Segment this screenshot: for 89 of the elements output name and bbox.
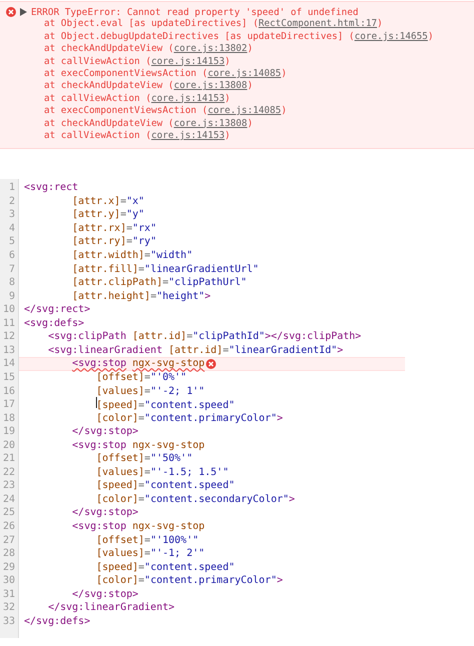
line-number: 25	[2, 506, 16, 520]
line-number: 29	[2, 560, 16, 574]
line-number: 1	[8, 181, 16, 195]
source-link[interactable]: core.js:13808	[174, 80, 248, 92]
code-line: [offset]="'50%'"	[95, 452, 194, 466]
code-line: [color]="content.primaryColor">	[95, 574, 284, 588]
line-number: 19	[2, 425, 16, 439]
stack-frame: at callViewAction (core.js:14153)	[0, 56, 474, 68]
line-number: 8	[8, 276, 16, 290]
stack-frame: at execComponentViewsAction (core.js:14085)	[0, 105, 474, 118]
code-line: [attr.clipPath]="clipPathUrl"	[71, 276, 248, 290]
code-line: <svg:clipPath [attr.id]="clipPathId"></svg:clipPath>	[47, 330, 362, 344]
code-line: [attr.width]="width"	[71, 249, 194, 263]
code-line: </svg:linearGradient>	[47, 601, 176, 615]
code-line: [attr.y]="y"	[71, 208, 146, 222]
line-number: 13	[2, 344, 16, 358]
line-number: 3	[8, 208, 16, 222]
code-line: [speed]="content.speed"	[95, 479, 236, 493]
line-number: 9	[8, 290, 16, 304]
expand-arrow-icon[interactable]	[20, 8, 27, 16]
line-number: 28	[2, 547, 16, 561]
line-number: 5	[8, 235, 16, 250]
code-line: <svg:rect	[23, 181, 80, 195]
code-line: <svg:linearGradient [attr.id]="linearGradientId">	[47, 344, 344, 358]
code-line: [values]="'-2; 1'"	[95, 384, 206, 398]
source-link[interactable]: core.js:14153	[151, 92, 225, 104]
line-number: 27	[2, 534, 16, 548]
code-line: [attr.rx]="rx"	[71, 222, 158, 236]
stack-frame: at checkAndUpdateView (core.js:13808)	[0, 80, 474, 93]
code-line: </svg:defs>	[23, 614, 92, 628]
line-number: 18	[2, 412, 16, 426]
code-line: <svg:stop ngx-svg-stop	[71, 520, 206, 534]
code-line: [attr.fill]="linearGradientUrl"	[71, 262, 260, 276]
line-number: 10	[2, 303, 16, 317]
line-number: 32	[2, 601, 16, 615]
line-number: 22	[2, 466, 16, 480]
source-link[interactable]: core.js:14085	[208, 68, 282, 79]
code-line: [attr.x]="x"	[71, 194, 146, 208]
code-line: <svg:defs>	[23, 316, 86, 330]
line-number: 31	[2, 588, 16, 602]
code-line: </svg:stop>	[71, 506, 140, 520]
code-line: [speed]="content.speed"	[95, 560, 236, 574]
line-number: 16	[2, 384, 16, 398]
stack-frame: at callViewAction (core.js:14153)	[0, 92, 474, 106]
line-number: 15	[2, 370, 16, 384]
line-number: 24	[2, 492, 16, 506]
line-number: 12	[2, 330, 16, 344]
line-number: 33	[2, 614, 16, 628]
code-line: [offset]="'0%'"	[95, 370, 188, 384]
source-link[interactable]: core.js:14153	[151, 56, 225, 67]
line-number: 11	[2, 316, 16, 330]
line-number: 26	[2, 520, 16, 534]
line-number: 6	[8, 249, 16, 263]
stack-frame: at checkAndUpdateView (core.js:13808)	[0, 118, 474, 130]
stack-frame: at Object.eval [as updateDirectives] (RectComponent.html:17)	[0, 18, 474, 31]
line-number: 21	[2, 452, 16, 466]
error-icon	[206, 359, 216, 370]
code-line: [values]="'-1; 2'"	[95, 547, 206, 561]
code-line: </svg:rect>	[23, 303, 92, 317]
code-line: </svg:stop>	[71, 425, 140, 439]
stack-frame: at callViewAction (core.js:14153)	[0, 130, 474, 142]
source-link[interactable]: core.js:14153	[151, 130, 225, 141]
source-link[interactable]: RectComponent.html:17	[258, 18, 378, 30]
code-line: [attr.ry]="ry"	[71, 235, 158, 250]
stack-frame: at execComponentViewsAction (core.js:14085)	[0, 68, 474, 80]
error-icon	[6, 7, 16, 18]
stack-frame: at checkAndUpdateView (core.js:13802)	[0, 43, 474, 56]
line-number: 17	[2, 398, 16, 412]
line-number: 14	[2, 357, 16, 371]
line-number: 20	[2, 438, 16, 452]
code-line: <svg:stop ngx-svg-stop	[71, 438, 206, 452]
code-line: [values]="'-1.5; 1.5'"	[95, 466, 230, 480]
error-message: ERROR TypeError: Cannot read property 'speed' of undefined	[31, 6, 358, 18]
line-number: 23	[2, 479, 16, 493]
line-number: 4	[8, 222, 16, 236]
code-line: [attr.height]="height">	[71, 290, 212, 304]
code-line: </svg:stop>	[71, 588, 140, 602]
source-link[interactable]: core.js:13802	[174, 43, 248, 54]
code-line: [color]="content.secondaryColor">	[95, 492, 296, 506]
source-link[interactable]: core.js:14655	[354, 30, 428, 42]
source-link[interactable]: core.js:13808	[174, 118, 248, 129]
source-link[interactable]: core.js:14085	[208, 105, 282, 116]
code-line: [color]="content.primaryColor">	[95, 412, 284, 426]
code-line: [offset]="'100%'"	[95, 534, 200, 548]
code-line: [speed]="content.speed"	[19, 398, 410, 412]
stack-frame: at Object.debugUpdateDirectives [as updateDirectives] (core.js:14655)	[0, 30, 474, 44]
line-number: 2	[8, 194, 16, 208]
line-number: 7	[8, 262, 16, 276]
line-number: 30	[2, 574, 16, 588]
